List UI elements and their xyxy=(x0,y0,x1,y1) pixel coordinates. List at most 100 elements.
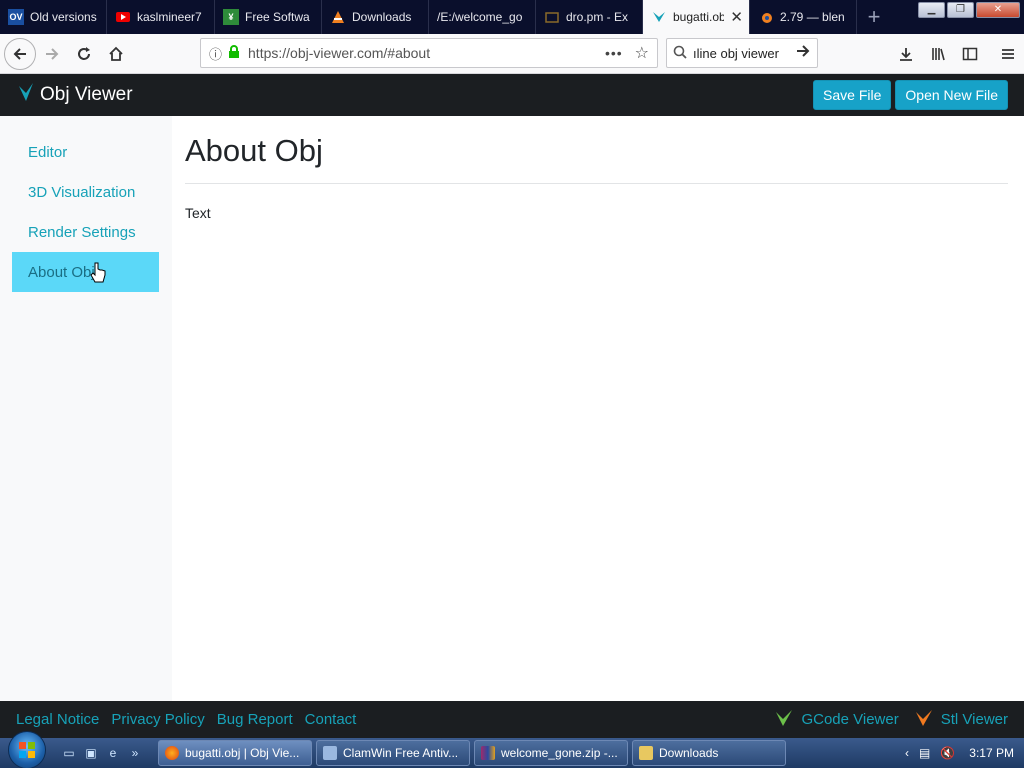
close-tab-icon[interactable]: ✕ xyxy=(730,10,743,25)
task-downloads-folder[interactable]: Downloads xyxy=(632,740,786,766)
search-bar[interactable]: ıline obj viewer xyxy=(666,38,818,68)
footer-links: Legal Notice Privacy Policy Bug Report C… xyxy=(16,711,356,728)
quick-launch-more-icon[interactable]: » xyxy=(126,744,144,762)
vlc-favicon-icon xyxy=(330,9,346,25)
winrar-icon xyxy=(481,746,495,760)
software-favicon-icon: ¥ xyxy=(223,9,239,25)
home-icon[interactable] xyxy=(100,38,132,70)
windows-taskbar: ▭ ▣ e » bugatti.obj | Obj Vie... ClamWin… xyxy=(0,731,1024,768)
task-label: welcome_gone.zip -... xyxy=(501,746,618,760)
legal-notice-link[interactable]: Legal Notice xyxy=(16,711,99,728)
sidebar-item-about-obj[interactable]: About Obj xyxy=(12,252,159,292)
info-icon[interactable]: ⓘ xyxy=(209,44,222,63)
forward-arrow-icon[interactable] xyxy=(36,38,68,70)
page-actions-icon[interactable]: ••• xyxy=(605,45,623,61)
contact-link[interactable]: Contact xyxy=(305,711,357,728)
save-file-button[interactable]: Save File xyxy=(813,80,892,110)
volume-muted-icon[interactable]: 🔇 xyxy=(940,746,955,760)
tab-label: Old versions xyxy=(30,10,97,24)
clamwin-icon xyxy=(323,746,337,760)
gcode-viewer-label: GCode Viewer xyxy=(801,711,899,728)
tab-label: bugatti.ob xyxy=(673,10,725,24)
sidebar-item-render-settings[interactable]: Render Settings xyxy=(12,212,159,252)
search-icon xyxy=(673,45,687,62)
oldversion-favicon-icon: OV xyxy=(8,9,24,25)
objviewer-favicon-icon xyxy=(651,9,667,25)
tab-old-versions[interactable]: OV Old versions xyxy=(0,0,107,34)
folder-icon xyxy=(639,746,653,760)
tray-expand-icon[interactable]: ‹ xyxy=(905,746,909,760)
youtube-favicon-icon xyxy=(115,9,131,25)
address-bar[interactable]: ⓘ https://obj-viewer.com/#about ••• ☆ xyxy=(200,38,658,68)
tab-downloads[interactable]: Downloads xyxy=(322,0,429,34)
task-winrar[interactable]: welcome_gone.zip -... xyxy=(474,740,628,766)
reload-icon[interactable] xyxy=(68,38,100,70)
browser-nav-bar: ⓘ https://obj-viewer.com/#about ••• ☆ ıl… xyxy=(0,34,1024,74)
toolbar-right xyxy=(890,38,1024,70)
task-clamwin[interactable]: ClamWin Free Antiv... xyxy=(316,740,470,766)
tab-blender[interactable]: 2.79 — blen xyxy=(750,0,857,34)
internet-explorer-icon[interactable]: e xyxy=(104,744,122,762)
minimize-icon[interactable]: ▁ xyxy=(918,2,945,18)
clock[interactable]: 3:17 PM xyxy=(969,746,1014,760)
app-header: Obj Viewer Save File Open New File xyxy=(0,74,1024,116)
tab-kaslmineer[interactable]: kaslmineer7 xyxy=(107,0,215,34)
tab-label: 2.79 — blen xyxy=(780,10,845,24)
start-button-icon[interactable] xyxy=(8,731,46,768)
footer: Legal Notice Privacy Policy Bug Report C… xyxy=(0,701,1024,738)
footer-viewers: GCode Viewer Stl Viewer xyxy=(775,701,1008,738)
brand-name: Obj Viewer xyxy=(40,84,133,105)
sidebar: Editor 3D Visualization Render Settings … xyxy=(0,116,172,701)
gcode-logo-icon xyxy=(775,709,793,731)
task-label: bugatti.obj | Obj Vie... xyxy=(185,746,300,760)
sidebar-item-3d-visualization[interactable]: 3D Visualization xyxy=(12,172,159,212)
tab-dropm[interactable]: dro.pm - Ex xyxy=(536,0,643,34)
header-actions: Save File Open New File xyxy=(813,80,1008,110)
bug-report-link[interactable]: Bug Report xyxy=(217,711,293,728)
network-icon[interactable]: ▤ xyxy=(919,746,930,760)
lock-icon[interactable] xyxy=(228,45,240,61)
stl-viewer-label: Stl Viewer xyxy=(940,711,1008,728)
browser-tab-strip: OV Old versions kaslmineer7 ¥ Free Softw… xyxy=(0,0,1024,34)
stl-viewer-link[interactable]: Stl Viewer xyxy=(915,709,1008,731)
tab-label: Free Softwa xyxy=(245,10,310,24)
search-input[interactable]: ıline obj viewer xyxy=(693,46,795,61)
main-content: About Obj Text xyxy=(185,116,1008,221)
window-controls: ▁ ❐ ✕ xyxy=(918,2,1020,18)
brand[interactable]: Obj Viewer xyxy=(18,82,133,108)
privacy-policy-link[interactable]: Privacy Policy xyxy=(111,711,204,728)
show-desktop-icon[interactable]: ▭ xyxy=(60,744,78,762)
back-arrow-icon[interactable] xyxy=(4,37,36,70)
hand-cursor-icon xyxy=(90,262,106,290)
page-text: Text xyxy=(185,205,211,221)
quick-launch: ▭ ▣ e » xyxy=(60,744,144,762)
title-divider xyxy=(185,183,1008,184)
explorer-icon[interactable]: ▣ xyxy=(82,744,100,762)
tab-bugatti-obj[interactable]: bugatti.ob ✕ xyxy=(643,0,750,34)
gcode-viewer-link[interactable]: GCode Viewer xyxy=(775,709,899,731)
tab-welcome-file[interactable]: /E:/welcome_go xyxy=(429,0,536,34)
bookmark-star-icon[interactable]: ☆ xyxy=(635,43,649,63)
close-window-icon[interactable]: ✕ xyxy=(976,2,1020,18)
sidebar-toggle-icon[interactable] xyxy=(954,38,986,70)
restore-icon[interactable]: ❐ xyxy=(947,2,974,18)
obj-viewer-logo-icon xyxy=(18,82,34,108)
taskbar-tasks: bugatti.obj | Obj Vie... ClamWin Free An… xyxy=(158,740,786,766)
new-tab-plus-icon[interactable]: + xyxy=(857,0,891,34)
menu-icon[interactable] xyxy=(992,38,1024,70)
tab-label: kaslmineer7 xyxy=(137,10,202,24)
search-go-arrow-icon[interactable] xyxy=(795,43,811,64)
blender-favicon-icon xyxy=(758,9,774,25)
page-title: About Obj xyxy=(185,133,323,168)
download-icon[interactable] xyxy=(890,38,922,70)
sidebar-item-editor[interactable]: Editor xyxy=(12,132,159,172)
tab-free-software[interactable]: ¥ Free Softwa xyxy=(215,0,322,34)
tab-label: dro.pm - Ex xyxy=(566,10,629,24)
task-label: Downloads xyxy=(659,746,719,760)
system-tray: ‹ ▤ 🔇 3:17 PM xyxy=(895,738,1024,768)
open-new-file-button[interactable]: Open New File xyxy=(895,80,1008,110)
url-text[interactable]: https://obj-viewer.com/#about xyxy=(248,45,605,61)
library-icon[interactable] xyxy=(922,38,954,70)
task-firefox[interactable]: bugatti.obj | Obj Vie... xyxy=(158,740,312,766)
task-label: ClamWin Free Antiv... xyxy=(343,746,459,760)
